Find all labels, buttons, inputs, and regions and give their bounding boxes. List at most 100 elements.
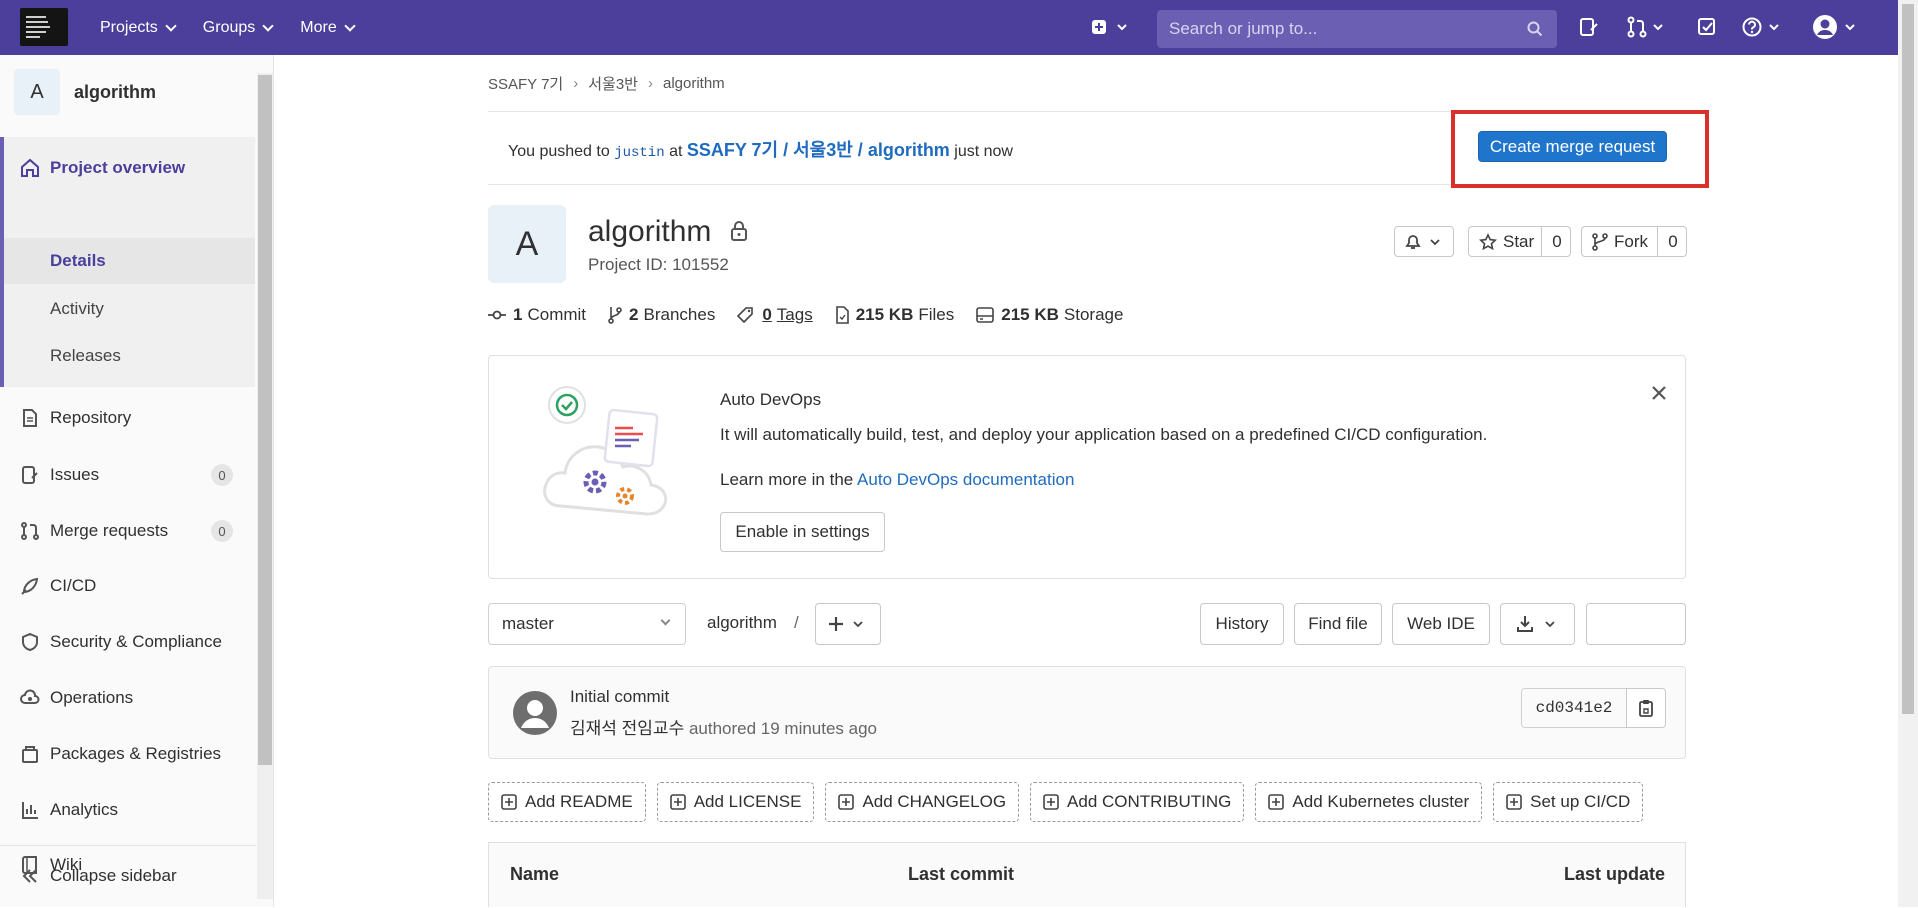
project-title: algorithm	[588, 215, 748, 249]
sidebar-subitem-activity[interactable]: Activity	[50, 299, 104, 319]
new-item-dropdown[interactable]	[1090, 16, 1132, 38]
sidebar-item-repository[interactable]: Repository	[0, 403, 255, 433]
commit-icon	[488, 310, 506, 320]
star-count[interactable]: 0	[1541, 227, 1572, 256]
search-input[interactable]	[1157, 18, 1511, 40]
sidebar-subitem-details[interactable]: Details	[50, 251, 106, 271]
rocket-icon	[21, 577, 39, 595]
repo-path-root[interactable]: algorithm	[707, 613, 777, 633]
plus-icon	[829, 617, 863, 631]
clipboard-icon	[1639, 700, 1653, 717]
sidebar-item-cicd[interactable]: CI/CD	[0, 571, 255, 601]
sidebar: A algorithm Project overview Details Act…	[0, 55, 274, 907]
sidebar-item-operations[interactable]: Operations	[0, 683, 255, 713]
commit-author[interactable]: 김재석 전임교수	[570, 719, 684, 738]
web-ide-button[interactable]: Web IDE	[1392, 603, 1490, 645]
sidebar-project-name: algorithm	[74, 81, 157, 102]
notification-dropdown[interactable]	[1394, 226, 1454, 257]
nav-menu: Projects Groups More	[100, 0, 382, 55]
branch-selector[interactable]: master	[488, 603, 686, 645]
enable-in-settings-button[interactable]: Enable in settings	[720, 512, 885, 552]
lock-icon	[730, 221, 747, 241]
sidebar-item-packages[interactable]: Packages & Registries	[0, 739, 255, 769]
add-license-button[interactable]: Add LICENSE	[656, 782, 815, 822]
auto-devops-description: It will automatically build, test, and d…	[720, 425, 1488, 444]
copy-sha-button[interactable]	[1626, 688, 1666, 728]
add-contributing-button[interactable]: Add CONTRIBUTING	[1030, 782, 1245, 822]
storage-icon	[976, 307, 995, 323]
sidebar-item-project-overview[interactable]: Project overview	[0, 137, 255, 199]
last-commit-panel: Initial commit 김재석 전임교수 authored 19 minu…	[488, 666, 1686, 759]
breadcrumb-separator: ›	[647, 75, 653, 92]
issues-icon	[1580, 18, 1598, 36]
active-subitem-bg	[4, 238, 255, 284]
sidebar-project-header[interactable]: A algorithm	[14, 69, 156, 115]
breadcrumb-subgroup[interactable]: 서울3반	[588, 73, 638, 94]
plus-square-icon	[1043, 794, 1059, 810]
page-scrollbar-thumb[interactable]	[1902, 4, 1914, 714]
sidebar-item-merge-requests[interactable]: Merge requests 0	[0, 516, 255, 546]
add-changelog-button[interactable]: Add CHANGELOG	[825, 782, 1020, 822]
avatar	[513, 691, 557, 735]
download-dropdown[interactable]	[1500, 603, 1575, 645]
plus-square-icon	[501, 794, 517, 810]
shield-icon	[22, 632, 38, 652]
push-branch[interactable]: justin	[614, 145, 664, 161]
history-button[interactable]: History	[1200, 603, 1284, 645]
auto-devops-title: Auto DevOps	[720, 390, 822, 409]
push-project-link[interactable]: SSAFY 7기 / 서울3반 / algorithm	[687, 140, 950, 160]
merge-requests-nav-button[interactable]	[1626, 16, 1668, 38]
project-id: Project ID: 101552	[588, 255, 729, 274]
tags-stat[interactable]: 0 Tags	[737, 305, 813, 325]
column-name: Name	[510, 864, 560, 884]
add-kubernetes-cluster-button[interactable]: Add Kubernetes cluster	[1255, 782, 1483, 822]
merge-request-icon	[1627, 16, 1663, 38]
sidebar-footer: Collapse sidebar	[0, 845, 256, 908]
breadcrumb-group[interactable]: SSAFY 7기	[488, 73, 563, 94]
help-dropdown[interactable]	[1742, 16, 1784, 38]
auto-devops-learn-more: Learn more in the Auto DevOps documentat…	[720, 470, 1075, 489]
search-box[interactable]	[1157, 10, 1557, 48]
breadcrumb: SSAFY 7기 › 서울3반 › algorithm	[488, 73, 725, 94]
fork-button[interactable]: Fork 0	[1581, 226, 1687, 257]
find-file-button[interactable]: Find file	[1294, 603, 1382, 645]
setup-cicd-button[interactable]: Set up CI/CD	[1493, 782, 1644, 822]
todos-nav-button[interactable]	[1696, 16, 1718, 38]
page-scrollbar-track[interactable]	[1898, 0, 1918, 907]
nav-projects[interactable]: Projects	[100, 19, 177, 37]
commit-sha[interactable]: cd0341e2	[1521, 688, 1627, 728]
collapse-sidebar-button[interactable]: Collapse sidebar	[0, 861, 255, 891]
commit-title[interactable]: Initial commit	[570, 687, 669, 707]
project-avatar-large: A	[488, 205, 566, 283]
clone-dropdown[interactable]: Clone	[1586, 603, 1686, 645]
plus-square-icon	[838, 794, 855, 810]
nav-groups[interactable]: Groups	[203, 19, 274, 37]
commits-stat[interactable]: 1 Commit	[488, 305, 586, 325]
user-menu-dropdown[interactable]	[1812, 14, 1862, 39]
nav-more[interactable]: More	[300, 19, 356, 37]
storage-stat[interactable]: 215 KB Storage	[976, 305, 1123, 325]
sidebar-item-security[interactable]: Security & Compliance	[0, 627, 255, 657]
file-icon	[835, 306, 849, 324]
sidebar-item-issues[interactable]: Issues 0	[0, 460, 255, 490]
help-icon	[1742, 17, 1779, 37]
add-to-tree-dropdown[interactable]	[815, 603, 881, 645]
merge-request-icon	[21, 522, 39, 540]
document-icon	[23, 409, 37, 427]
sidebar-subitem-releases[interactable]: Releases	[50, 346, 121, 366]
ssafy-logo[interactable]	[20, 8, 68, 46]
branch-icon	[608, 307, 622, 324]
issues-nav-button[interactable]	[1578, 16, 1600, 38]
star-button[interactable]: Star 0	[1468, 226, 1571, 257]
sidebar-scrollbar-thumb[interactable]	[258, 75, 272, 765]
sidebar-item-analytics[interactable]: Analytics	[0, 795, 255, 825]
close-icon[interactable]	[1651, 385, 1667, 401]
fork-count[interactable]: 0	[1657, 227, 1688, 256]
search-icon	[1527, 21, 1543, 37]
files-stat[interactable]: 215 KB Files	[835, 305, 954, 325]
branches-stat[interactable]: 2 Branches	[608, 305, 715, 325]
breadcrumb-project[interactable]: algorithm	[663, 75, 725, 92]
download-icon	[1516, 616, 1555, 632]
auto-devops-docs-link[interactable]: Auto DevOps documentation	[857, 470, 1074, 489]
add-readme-button[interactable]: Add README	[488, 782, 646, 822]
